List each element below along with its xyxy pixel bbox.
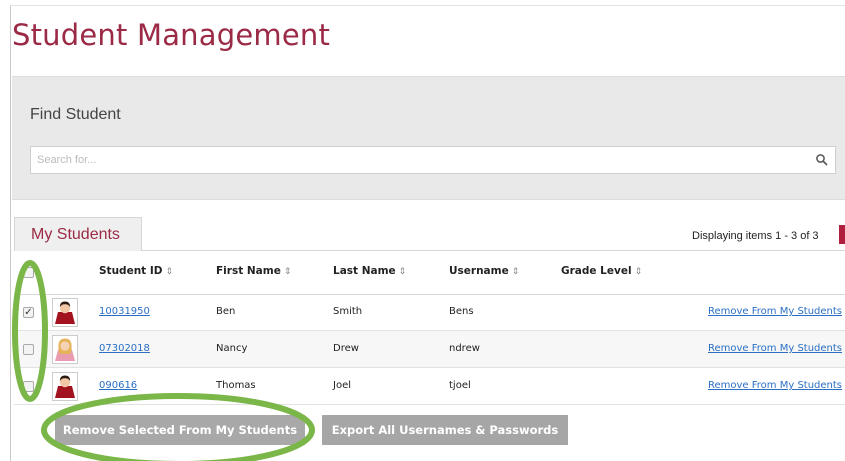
remove-from-my-students-link[interactable]: Remove From My Students — [708, 380, 842, 391]
first-name-cell: Nancy — [216, 343, 248, 354]
sort-icon: ⇕ — [634, 267, 643, 277]
student-id-link[interactable]: 07302018 — [99, 343, 150, 354]
frame-left-border — [10, 5, 11, 461]
column-header-username[interactable]: Username ⇕ — [449, 265, 519, 277]
sort-icon: ⇕ — [398, 267, 407, 277]
grid-header: Student ID ⇕ First Name ⇕ Last Name ⇕ Usern… — [14, 251, 845, 295]
remove-from-my-students-link[interactable]: Remove From My Students — [708, 306, 842, 317]
column-header-first-name[interactable]: First Name ⇕ — [216, 265, 291, 277]
side-red-tab[interactable] — [839, 225, 845, 244]
row-checkbox[interactable]: ✓ — [23, 307, 34, 318]
username-cell: ndrew — [449, 343, 480, 354]
table-row: ✓ 10031950 Ben Smith Bens Remove From My… — [14, 294, 845, 331]
tab-my-students-label: My Students — [31, 226, 120, 243]
page-title: Student Management — [12, 18, 331, 52]
table-row: 07302018 Nancy Drew ndrew Remove From My… — [14, 331, 845, 368]
find-student-panel: Find Student — [12, 76, 845, 200]
sort-icon: ⇕ — [283, 267, 292, 277]
boy-avatar-icon — [52, 298, 78, 327]
student-id-link[interactable]: 10031950 — [99, 306, 150, 317]
tab-my-students[interactable]: My Students — [14, 217, 142, 251]
frame-top-border — [10, 5, 845, 6]
first-name-cell: Ben — [216, 306, 236, 317]
sort-icon: ⇕ — [165, 267, 174, 277]
search-box — [30, 146, 836, 174]
student-id-link[interactable]: 090616 — [99, 380, 137, 391]
first-name-cell: Thomas — [216, 380, 256, 391]
row-checkbox[interactable] — [23, 344, 34, 355]
export-all-button[interactable]: Export All Usernames & Passwords — [322, 415, 568, 445]
row-checkbox[interactable] — [23, 381, 34, 392]
find-student-title: Find Student — [30, 106, 121, 123]
search-icon[interactable] — [814, 152, 830, 168]
table-row: 090616 Thomas Joel tjoel Remove From My … — [14, 368, 845, 405]
last-name-cell: Smith — [333, 306, 363, 317]
girl-avatar-icon — [52, 335, 78, 364]
remove-from-my-students-link[interactable]: Remove From My Students — [708, 343, 842, 354]
column-header-student-id[interactable]: Student ID ⇕ — [99, 265, 173, 277]
column-header-last-name[interactable]: Last Name ⇕ — [333, 265, 406, 277]
last-name-cell: Drew — [333, 343, 359, 354]
last-name-cell: Joel — [333, 380, 351, 391]
remove-selected-button[interactable]: Remove Selected From My Students — [55, 415, 305, 445]
search-input[interactable] — [31, 147, 813, 173]
select-all-checkbox[interactable] — [23, 267, 34, 278]
username-cell: Bens — [449, 306, 474, 317]
username-cell: tjoel — [449, 380, 471, 391]
paging-info: Displaying items 1 - 3 of 3 — [692, 230, 819, 242]
boy-avatar-icon — [52, 372, 78, 401]
column-header-grade-level[interactable]: Grade Level ⇕ — [561, 265, 642, 277]
sort-icon: ⇕ — [511, 267, 520, 277]
